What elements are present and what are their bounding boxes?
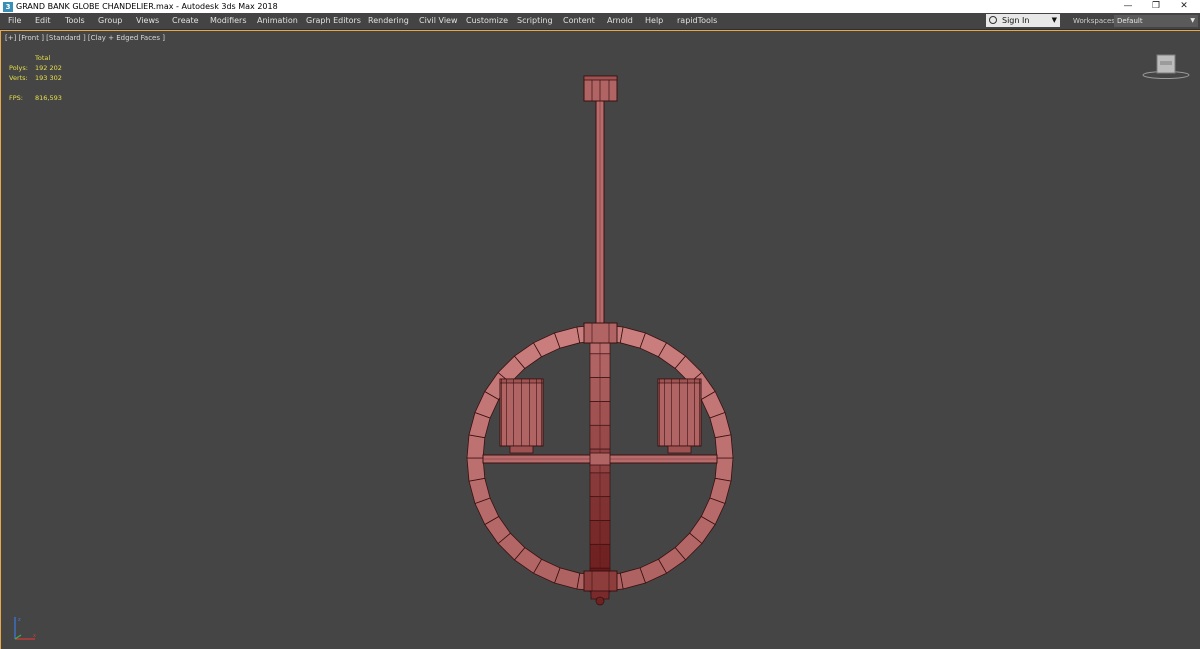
hanging-rod[interactable] xyxy=(595,100,605,326)
menu-edit[interactable]: Edit xyxy=(35,13,51,29)
menu-file[interactable]: File xyxy=(8,13,21,29)
menu-civil-view[interactable]: Civil View xyxy=(419,13,458,29)
cup-base xyxy=(509,445,534,454)
menu-views[interactable]: Views xyxy=(136,13,159,29)
bottom-collar[interactable] xyxy=(583,570,618,592)
sign-in-button[interactable]: Sign In ▼ xyxy=(986,14,1060,27)
canopy[interactable] xyxy=(583,75,618,102)
menu-arnold[interactable]: Arnold xyxy=(607,13,633,29)
chevron-down-icon: ▼ xyxy=(1190,17,1195,24)
menu-group[interactable]: Group xyxy=(98,13,122,29)
top-collar[interactable] xyxy=(583,322,618,344)
ring-segment xyxy=(714,434,734,459)
menu-customize[interactable]: Customize xyxy=(466,13,508,29)
menu-rapidtools[interactable]: rapidTools xyxy=(677,13,717,29)
workspaces-value: Default xyxy=(1117,17,1143,25)
cross-arm[interactable] xyxy=(482,452,718,466)
menu-graph-editors[interactable]: Graph Editors xyxy=(306,13,361,29)
chandelier-model[interactable] xyxy=(0,30,1200,649)
ring-segment xyxy=(466,434,486,459)
menu-help[interactable]: Help xyxy=(645,13,663,29)
ring-segment xyxy=(714,457,734,482)
restore-icon[interactable]: ❐ xyxy=(1142,0,1170,13)
user-icon xyxy=(989,16,997,24)
menu-scripting[interactable]: Scripting xyxy=(517,13,553,29)
menu-create[interactable]: Create xyxy=(172,13,199,29)
left-candle-cup[interactable] xyxy=(499,378,544,454)
menu-bar: File Edit Tools Group Views Create Modif… xyxy=(0,13,1200,30)
menu-rendering[interactable]: Rendering xyxy=(368,13,409,29)
menu-animation[interactable]: Animation xyxy=(257,13,298,29)
bottom-finial[interactable] xyxy=(590,590,610,606)
chevron-down-icon: ▼ xyxy=(1051,16,1057,24)
workspaces-label: Workspaces: xyxy=(1073,17,1118,25)
cup-base xyxy=(667,445,692,454)
menu-modifiers[interactable]: Modifiers xyxy=(210,13,247,29)
close-icon[interactable]: ✕ xyxy=(1170,0,1198,13)
ring-segment xyxy=(466,457,486,482)
menu-content[interactable]: Content xyxy=(563,13,595,29)
minimize-icon[interactable]: — xyxy=(1114,0,1142,13)
right-candle-cup[interactable] xyxy=(657,378,702,454)
menu-tools[interactable]: Tools xyxy=(65,13,85,29)
title-bar: 3 GRAND BANK GLOBE CHANDELIER.max - Auto… xyxy=(0,0,1200,13)
sign-in-label: Sign In xyxy=(1002,16,1030,25)
window-title: GRAND BANK GLOBE CHANDELIER.max - Autode… xyxy=(16,2,278,11)
workspaces-dropdown[interactable]: Default ▼ xyxy=(1114,15,1198,27)
3ds-max-icon[interactable]: 3 xyxy=(3,1,13,12)
